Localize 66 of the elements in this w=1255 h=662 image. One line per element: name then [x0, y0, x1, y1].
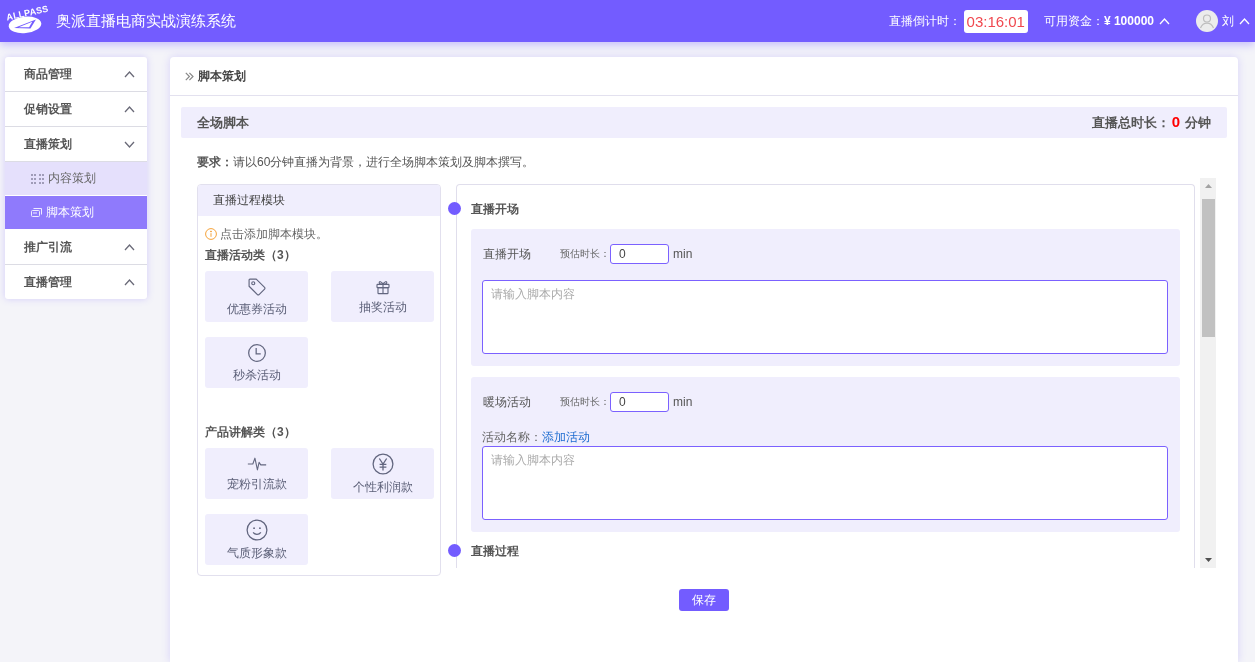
panel-title: 直播过程模块 — [198, 185, 440, 216]
timeline-dot-icon — [448, 544, 461, 557]
save-button[interactable]: 保存 — [679, 589, 729, 611]
clock-icon — [246, 343, 267, 363]
tag-icon — [246, 277, 267, 297]
chevron-up-icon[interactable] — [124, 105, 135, 113]
total-duration-value: 0 — [1171, 113, 1180, 130]
avatar-icon[interactable] — [1196, 10, 1218, 32]
menu-item[interactable]: 促销设置 — [5, 92, 147, 127]
menu-item[interactable]: 商品管理 — [5, 57, 147, 92]
group-title: 直播活动类（3） — [205, 247, 296, 263]
smiley-icon — [245, 519, 268, 541]
module-tile[interactable]: 宠粉引流款 — [205, 448, 308, 499]
scrollbar-thumb[interactable] — [1201, 199, 1215, 337]
total-duration-unit: 分钟 — [1185, 114, 1211, 132]
chevron-up-icon[interactable] — [124, 70, 135, 78]
grid-icon — [31, 173, 44, 184]
hint-text: 点击添加脚本模块。 — [220, 226, 328, 242]
countdown-timer: 03:16:01 — [963, 9, 1028, 33]
info-icon — [205, 228, 217, 240]
unit-label: min — [673, 247, 693, 261]
module-tile[interactable]: 气质形象款 — [205, 514, 308, 565]
pulse-icon — [246, 456, 267, 472]
module-tile[interactable]: 秒杀活动 — [205, 337, 308, 388]
caret-icon[interactable] — [1159, 17, 1170, 25]
user-name[interactable]: 刘 — [1222, 12, 1234, 30]
stage-title: 直播过程 — [471, 543, 519, 559]
yen-icon — [371, 453, 394, 475]
module-tile[interactable]: 抽奖活动 — [331, 271, 434, 322]
menu-item[interactable]: 直播管理 — [5, 265, 147, 299]
stage-title: 直播开场 — [471, 201, 519, 217]
gift-icon — [374, 279, 391, 295]
total-duration-label: 直播总时长： — [1091, 114, 1170, 132]
activity-label: 活动名称： — [482, 429, 542, 445]
countdown-label: 直播倒计时： — [888, 12, 961, 30]
menu-item[interactable]: 推广引流 — [5, 230, 147, 265]
duration-input[interactable]: 0 — [610, 392, 669, 412]
block-title: 直播开场 — [482, 245, 532, 263]
chevron-up-icon[interactable] — [124, 278, 135, 286]
group-title: 产品讲解类（3） — [205, 424, 296, 440]
scroll-down-icon[interactable] — [1204, 558, 1212, 562]
funds-label: 可用资金： — [1043, 12, 1104, 30]
add-activity-link[interactable]: 添加活动 — [542, 429, 590, 445]
section-title: 全场脚本 — [197, 113, 249, 132]
unit-label: min — [673, 395, 693, 409]
block-title: 暖场活动 — [482, 393, 532, 411]
timeline-dot-icon — [448, 202, 461, 215]
duration-label: 预估时长： — [560, 247, 610, 261]
module-tile[interactable]: 优惠券活动 — [205, 271, 308, 322]
scrollbar[interactable] — [1200, 178, 1216, 568]
app-title: 奥派直播电商实战演练系统 — [56, 11, 236, 31]
breadcrumb-text: 脚本策划 — [198, 67, 246, 85]
script-textarea[interactable]: 请输入脚本内容 — [482, 280, 1168, 354]
submenu-item[interactable]: 内容策划 — [5, 162, 147, 196]
chevron-down-icon[interactable] — [124, 140, 135, 148]
card-icon — [31, 208, 42, 217]
duration-input[interactable]: 0 — [610, 244, 669, 264]
submenu-item[interactable]: 脚本策划 — [5, 196, 147, 230]
caret-icon[interactable] — [1239, 17, 1250, 25]
duration-label: 预估时长： — [560, 395, 610, 409]
funds-amount: ¥ 100000 — [1103, 14, 1154, 28]
script-textarea[interactable]: 请输入脚本内容 — [482, 446, 1168, 520]
double-chevron-icon — [185, 71, 194, 81]
chevron-up-icon[interactable] — [124, 243, 135, 251]
module-tile[interactable]: 个性利润款 — [331, 448, 434, 499]
requirement-text: 要求：请以60分钟直播为背景，进行全场脚本策划及脚本撰写。 — [197, 154, 535, 170]
